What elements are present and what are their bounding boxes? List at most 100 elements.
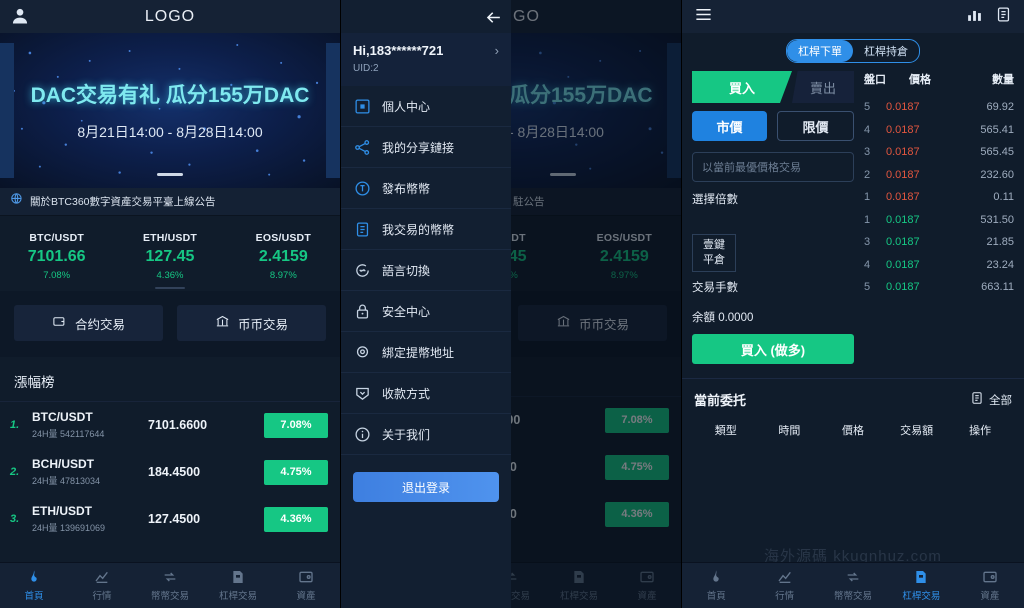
contract-trade-button[interactable]: 合约交易 — [14, 305, 163, 341]
ob-amount: 23.24 — [986, 258, 1014, 271]
ticker-price: 7101.66 — [27, 248, 86, 265]
orders-filter-all[interactable]: 全部 — [970, 391, 1012, 408]
hamburger-menu-icon[interactable] — [694, 5, 713, 29]
rank-title: 漲幅榜 — [0, 357, 340, 402]
orderbook-row[interactable]: 2 0.0187 232.60 — [864, 164, 1014, 187]
orderbook-row[interactable]: 5 0.0187 663.11 — [864, 276, 1014, 299]
tab-label: 首頁 — [24, 591, 44, 602]
market-price-button[interactable]: 市價 — [692, 111, 767, 141]
ob-depth: 5 — [864, 101, 871, 114]
orderbook-row[interactable]: 3 0.0187 21.85 — [864, 231, 1014, 254]
orders-column-headers: 類型 時間 價格 交易額 操作 — [694, 422, 1012, 438]
orders-col-price: 價格 — [841, 425, 864, 437]
limit-price-button[interactable]: 限價 — [777, 111, 854, 141]
tab-assets[interactable]: 資產 — [956, 563, 1024, 608]
banner-pager[interactable] — [157, 173, 183, 176]
tab-label: 行情 — [775, 591, 795, 602]
announcement-bar[interactable]: 關於BTC360數字資產交易平臺上線公告 — [0, 188, 340, 216]
drawer-item-publish-coin[interactable]: 發布幣幣 — [341, 168, 511, 209]
buy-tab[interactable]: 買入 — [692, 71, 792, 103]
flame-icon — [26, 569, 42, 585]
coin-trade-button[interactable]: 币币交易 — [177, 305, 326, 341]
drawer-item-payment-method[interactable]: 收款方式 — [341, 373, 511, 414]
lots-label: 交易手數 — [692, 282, 738, 294]
sell-tab[interactable]: 賣出 — [792, 71, 854, 103]
one-key-close-button[interactable]: 壹鍵平倉 — [692, 234, 736, 272]
tab-markets[interactable]: 行情 — [68, 563, 136, 608]
logout-button[interactable]: 退出登录 — [353, 472, 499, 502]
orderbook-row[interactable]: 1 0.0187 531.50 — [864, 209, 1014, 232]
drawer-user-header[interactable]: Hi,183******721 › UID:2 — [341, 33, 511, 86]
tab-leverage-position[interactable]: 杠桿持倉 — [853, 40, 919, 62]
ticker-price: 2.4159 — [258, 248, 308, 265]
user-avatar-icon[interactable] — [10, 6, 30, 26]
tab-home[interactable]: 首頁 — [0, 563, 68, 608]
tab-coin-trade[interactable]: 幣幣交易 — [136, 563, 204, 608]
table-row[interactable]: 1. BTC/USDT 24H量 542117644 7101.6600 7.0… — [0, 402, 340, 449]
leverage-options-area[interactable] — [692, 207, 854, 234]
table-row[interactable]: 3. ETH/USDT 24H量 139691069 127.4500 4.36… — [0, 496, 340, 543]
orderbook-row[interactable]: 4 0.0187 23.24 — [864, 254, 1014, 277]
tab-home[interactable]: 首頁 — [682, 563, 750, 608]
rank-change-badge: 4.75% — [264, 459, 328, 485]
tab-leverage-order[interactable]: 杠桿下單 — [787, 40, 853, 62]
ticker-pager[interactable] — [155, 287, 185, 289]
ob-depth: 5 — [864, 281, 871, 294]
orderbook-row[interactable]: 3 0.0187 565.45 — [864, 141, 1014, 164]
drawer-item-label: 綁定提幣地址 — [382, 345, 455, 360]
price-input[interactable]: 以當前最優價格交易 — [692, 152, 854, 182]
ob-price: 0.0187 — [886, 123, 920, 136]
drawer-item-label: 关于我们 — [382, 427, 431, 442]
tab-assets[interactable]: 資產 — [272, 563, 340, 608]
promo-banner[interactable]: DAC交易有礼 瓜分155万DAC 8月21日14:00 - 8月28日14:0… — [0, 33, 340, 188]
drawer-item-label: 發布幣幣 — [382, 181, 431, 196]
orders-col-type: 類型 — [714, 425, 737, 437]
clipboard-icon[interactable] — [995, 6, 1012, 28]
bar-chart-icon[interactable] — [966, 6, 983, 28]
drawer-item-security[interactable]: 安全中心 — [341, 291, 511, 332]
ob-amount: 0.11 — [993, 191, 1014, 204]
drawer-item-language[interactable]: 語言切換 — [341, 250, 511, 291]
tab-markets[interactable]: 行情 — [750, 563, 818, 608]
rank-volume: 24H量 47813034 — [32, 476, 101, 486]
panel-home: LOGO DAC交易有礼 瓜分155万DAC 8月21日14:00 - 8月28… — [0, 0, 341, 608]
orderbook-row[interactable]: 5 0.0187 69.92 — [864, 96, 1014, 119]
rank-volume: 24H量 139691069 — [32, 523, 106, 533]
drawer-item-about-us[interactable]: 关于我们 — [341, 414, 511, 455]
banner-content: DAC交易有礼 瓜分155万DAC 8月21日14:00 - 8月28日14:0… — [0, 33, 340, 188]
tab-coin-trade[interactable]: 幣幣交易 — [819, 563, 887, 608]
drawer-item-bind-withdraw-address[interactable]: 綁定提幣地址 — [341, 332, 511, 373]
coin-trade-label: 币币交易 — [237, 317, 288, 332]
ob-depth: 3 — [864, 146, 871, 159]
rank-pair-cell: ETH/USDT 24H量 139691069 — [32, 504, 148, 534]
ob-amount: 69.92 — [986, 101, 1014, 114]
ob-amount: 565.41 — [980, 123, 1014, 136]
ticker-pair: ETH/USDT — [142, 232, 198, 244]
balance-label: 余額 0.0000 — [692, 312, 754, 324]
orderbook-row[interactable]: 1 0.0187 0.11 — [864, 186, 1014, 209]
tab-leverage-trade[interactable]: 杠桿交易 — [887, 563, 955, 608]
drawer-item-personal-center[interactable]: 個人中心 — [341, 86, 511, 127]
ob-depth: 2 — [864, 168, 871, 181]
submit-buy-button[interactable]: 買入 (做多) — [692, 334, 854, 364]
ticker-card[interactable]: BTC/USDT 7101.66 7.08% — [0, 232, 113, 281]
table-row[interactable]: 2. BCH/USDT 24H量 47813034 184.4500 4.75% — [0, 449, 340, 496]
drawer-user-uid: UID:2 — [353, 63, 379, 74]
drawer-item-my-trades[interactable]: 我交易的幣幣 — [341, 209, 511, 250]
quick-actions: 合约交易 币币交易 — [0, 291, 340, 357]
ob-amount: 232.60 — [980, 168, 1014, 181]
flame-icon — [708, 569, 724, 585]
lock-icon — [354, 303, 371, 320]
tab-leverage-trade[interactable]: 杠桿交易 — [204, 563, 272, 608]
ticker-card[interactable]: ETH/USDT 127.45 4.36% — [113, 232, 226, 281]
drawer-item-label: 語言切換 — [382, 263, 431, 278]
tab-label: 杠桿交易 — [218, 591, 257, 602]
ticker-card[interactable]: EOS/USDT 2.4159 8.97% — [227, 232, 340, 281]
drawer-item-share-link[interactable]: 我的分享鏈接 — [341, 127, 511, 168]
orderbook-row[interactable]: 4 0.0187 565.41 — [864, 119, 1014, 142]
leverage-icon — [913, 569, 929, 585]
rank-pair: BCH/USDT — [32, 457, 94, 471]
ob-price: 0.0187 — [886, 101, 920, 114]
exchange-bank-icon — [215, 314, 230, 332]
back-arrow-icon[interactable] — [484, 8, 503, 32]
